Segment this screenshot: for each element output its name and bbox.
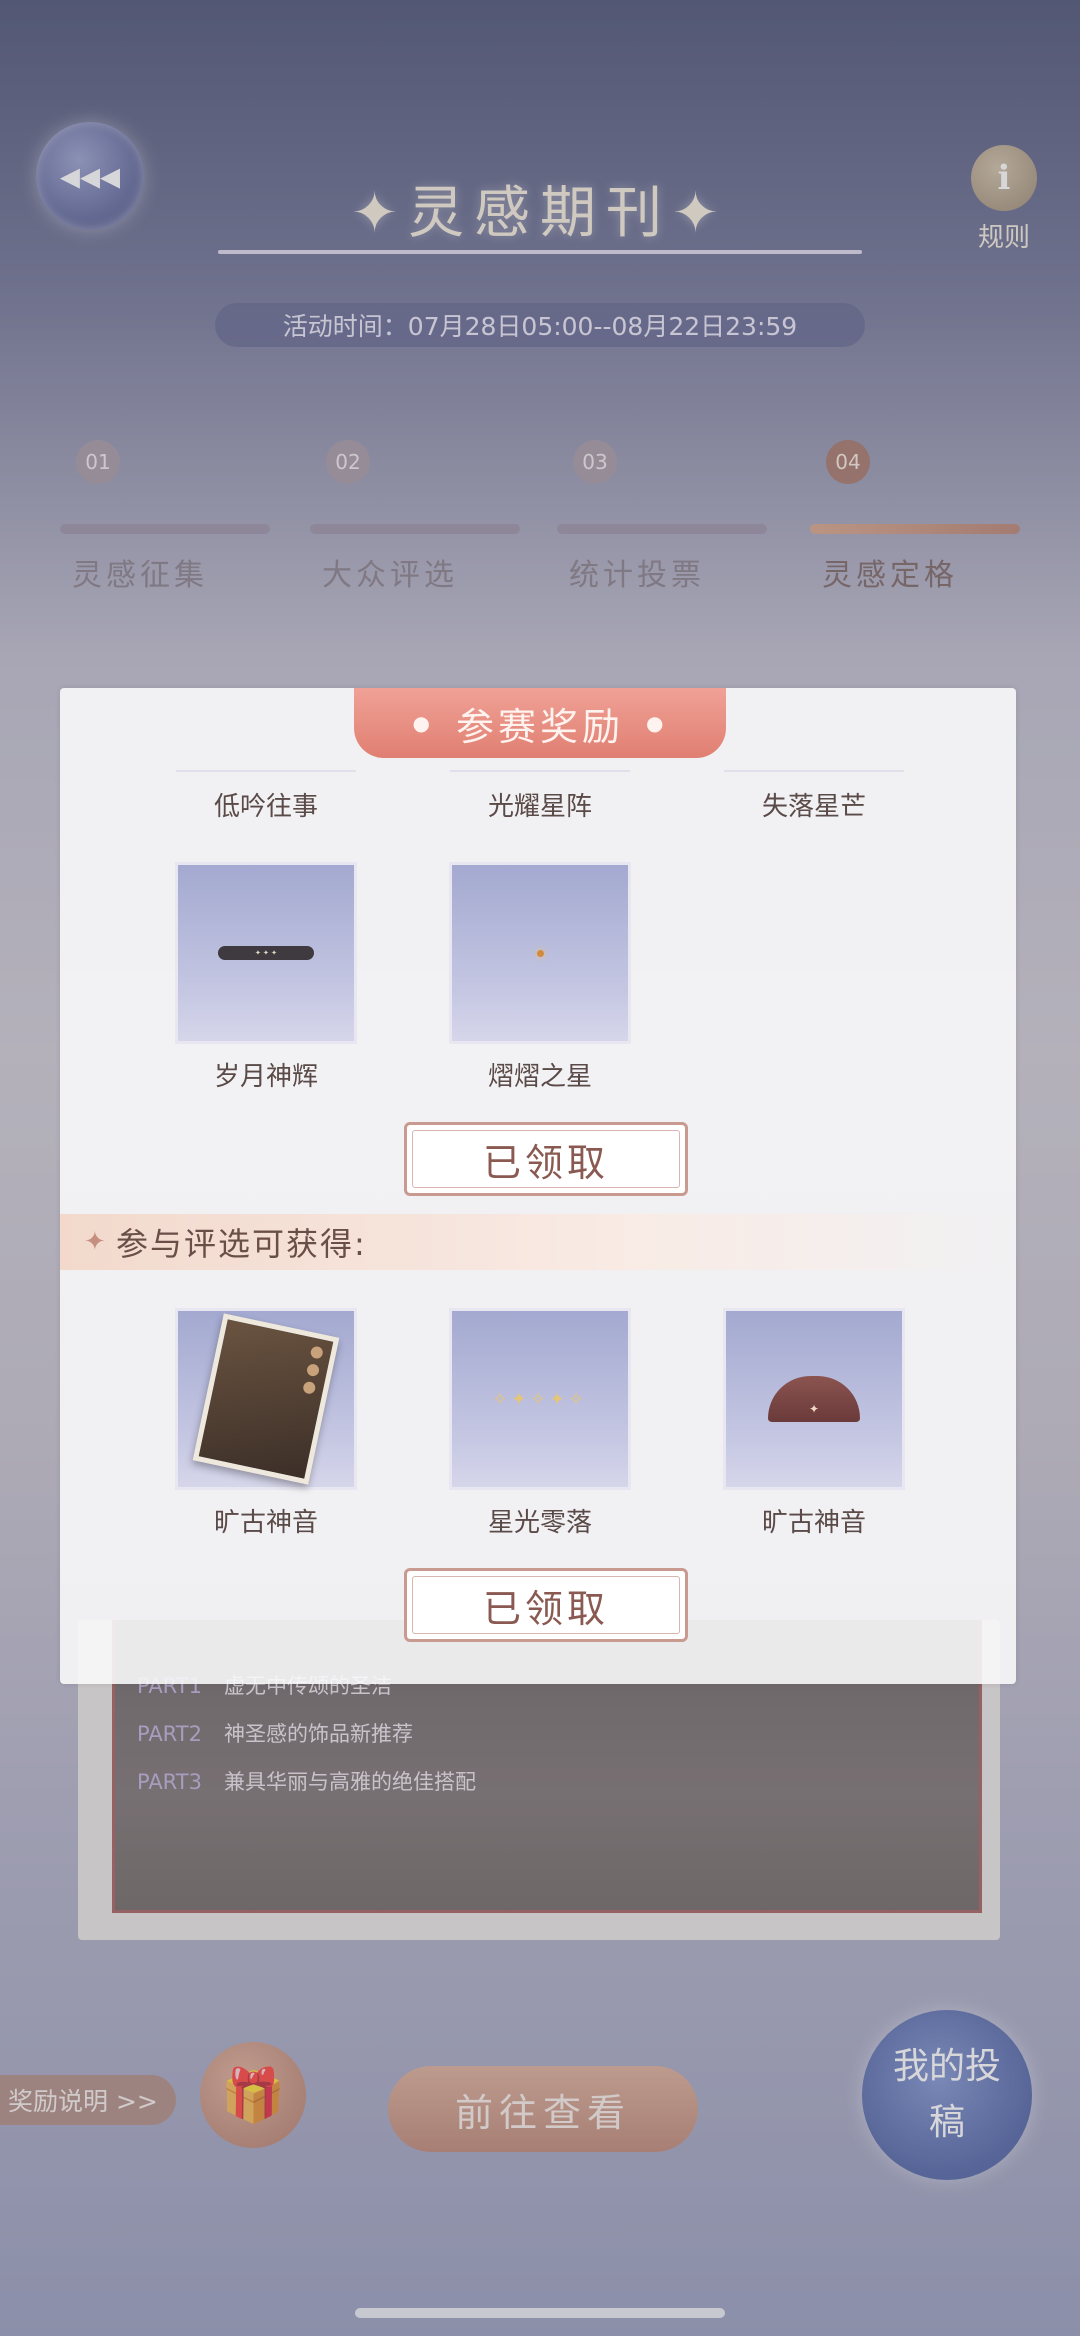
column-header-3: 失落星芒: [724, 770, 904, 823]
reward-thumbnail: ✧✦✧✦✧: [449, 1308, 631, 1490]
reward-item-2[interactable]: 熠熠之星: [449, 862, 631, 1093]
reward-thumbnail: [175, 1308, 357, 1490]
sparkle-icon: ✧✦✧✦✧: [492, 1388, 588, 1410]
column-header-2: 光耀星阵: [450, 770, 630, 823]
sparkle-star-icon: ✦: [84, 1227, 108, 1257]
dome-badge-icon: ✦: [768, 1376, 860, 1422]
reward-item-1[interactable]: ✦ ✦ ✦ 岁月神辉: [175, 862, 357, 1093]
section-title: 参与评选可获得:: [116, 1225, 367, 1263]
dot-icon: ●: [646, 711, 668, 735]
vote-rewards-section: ✦ 参与评选可获得:: [60, 1214, 1016, 1270]
vote-reward-item-2[interactable]: ✧✦✧✦✧ 星光零落: [449, 1308, 631, 1539]
claimed-button-2[interactable]: 已领取: [404, 1568, 688, 1642]
reward-name: 旷古神音: [213, 1508, 318, 1538]
reward-name: 岁月神辉: [213, 1062, 318, 1092]
modal-header: ● 参赛奖励 ●: [354, 688, 726, 758]
reward-thumbnail: ✦: [723, 1308, 905, 1490]
rewards-modal: ● 参赛奖励 ● 低吟往事 光耀星阵 失落星芒 ✦ ✦ ✦ 岁月神辉 熠熠之星 …: [60, 688, 1016, 1684]
modal-title: 参赛奖励: [455, 704, 624, 749]
reward-name: 星光零落: [487, 1508, 592, 1538]
reward-thumbnail: ✦ ✦ ✦: [175, 862, 357, 1044]
vote-reward-item-3[interactable]: ✦ 旷古神音: [723, 1308, 905, 1539]
dot-icon: ●: [412, 711, 434, 735]
claimed-button-1[interactable]: 已领取: [404, 1122, 688, 1196]
card-icon: [192, 1313, 340, 1485]
badge-tag-icon: ✦ ✦ ✦: [218, 946, 314, 960]
vote-reward-item-1[interactable]: 旷古神音: [175, 1308, 357, 1539]
reward-name: 旷古神音: [761, 1508, 866, 1538]
star-dot-icon: [536, 949, 544, 957]
column-header-1: 低吟往事: [176, 770, 356, 823]
reward-thumbnail: [449, 862, 631, 1044]
reward-name: 熠熠之星: [487, 1062, 592, 1092]
